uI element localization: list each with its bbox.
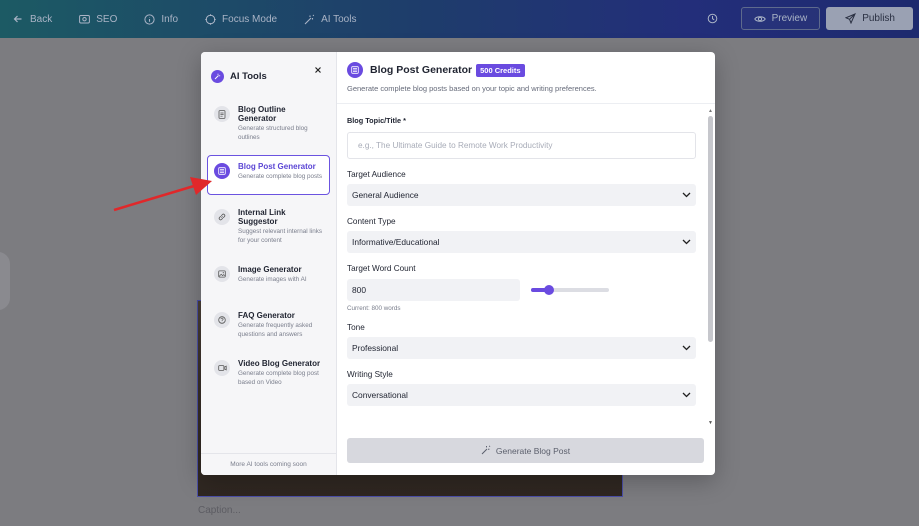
topic-input[interactable]: e.g., The Ultimate Guide to Remote Work … bbox=[347, 132, 696, 159]
word-count-input[interactable]: 800 bbox=[347, 279, 520, 301]
form-scrollbar[interactable]: ▲ ▼ bbox=[708, 108, 713, 426]
question-icon bbox=[214, 312, 230, 328]
topic-label: Blog Topic/Title * bbox=[347, 116, 406, 125]
tool-internal-link-suggestor[interactable]: Internal Link Suggestor Suggest relevant… bbox=[207, 201, 330, 252]
chevron-down-icon bbox=[682, 344, 691, 353]
tone-label: Tone bbox=[347, 323, 365, 332]
scrollbar-thumb[interactable] bbox=[708, 116, 713, 342]
seo-button[interactable]: SEO bbox=[78, 13, 117, 25]
tool-blog-outline-generator[interactable]: Blog Outline Generator Generate structur… bbox=[207, 98, 330, 149]
ai-tools-logo-icon bbox=[211, 69, 224, 83]
writing-style-value: Conversational bbox=[352, 390, 408, 400]
content-type-value: Informative/Educational bbox=[352, 237, 440, 247]
content-type-label: Content Type bbox=[347, 217, 396, 226]
generate-label: Generate Blog Post bbox=[495, 445, 571, 456]
send-icon bbox=[844, 13, 856, 25]
tool-description: Suggest relevant internal links for your… bbox=[238, 228, 323, 244]
word-count-label: Target Word Count bbox=[347, 264, 416, 273]
top-bar: Back SEO Info Focus Mode AI Tools Previe… bbox=[0, 0, 919, 38]
content-type-select[interactable]: Informative/Educational bbox=[347, 231, 696, 253]
publish-label: Publish bbox=[862, 13, 895, 24]
info-label: Info bbox=[161, 13, 179, 25]
tool-description: Generate frequently asked questions and … bbox=[238, 322, 313, 338]
arrow-left-icon bbox=[12, 13, 24, 25]
tool-description: Generate complete blog posts bbox=[238, 173, 323, 180]
focus-mode-label: Focus Mode bbox=[222, 13, 278, 25]
tool-panel-title: Blog Post Generator bbox=[370, 64, 473, 76]
sidebar-footer: More AI tools coming soon bbox=[201, 453, 336, 475]
tool-panel-header: Blog Post Generator 500 Credits Generate… bbox=[337, 52, 715, 104]
slider-thumb[interactable] bbox=[543, 285, 554, 295]
sidebar-title: AI Tools bbox=[230, 70, 267, 82]
audience-label: Target Audience bbox=[347, 170, 406, 179]
article-icon bbox=[347, 62, 363, 78]
preview-label: Preview bbox=[771, 13, 808, 24]
collapsed-side-panel-handle[interactable] bbox=[0, 252, 10, 310]
scroll-up-icon[interactable]: ▲ bbox=[708, 108, 713, 114]
article-icon bbox=[214, 163, 230, 179]
image-icon bbox=[78, 13, 90, 25]
magic-wand-icon bbox=[303, 13, 315, 25]
tool-description: Generate structured blog outlines bbox=[238, 125, 308, 141]
chevron-down-icon bbox=[682, 191, 691, 200]
tool-image-generator[interactable]: Image Generator Generate images with AI bbox=[207, 258, 330, 298]
writing-style-label: Writing Style bbox=[347, 370, 393, 379]
word-count-slider[interactable] bbox=[531, 285, 609, 295]
tool-name: FAQ Generator bbox=[238, 311, 295, 320]
document-icon bbox=[214, 106, 230, 122]
ai-tools-modal: AI Tools Blog Outline Generator Generate… bbox=[201, 52, 715, 475]
tool-name: Internal Link Suggestor bbox=[238, 208, 286, 226]
chevron-down-icon bbox=[682, 391, 691, 400]
tool-panel: Blog Post Generator 500 Credits Generate… bbox=[337, 52, 715, 475]
tool-panel-subtitle: Generate complete blog posts based on yo… bbox=[347, 84, 597, 93]
tool-video-blog-generator[interactable]: Video Blog Generator Generate complete b… bbox=[207, 352, 330, 394]
image-icon bbox=[214, 266, 230, 282]
back-label: Back bbox=[30, 13, 53, 25]
publish-button[interactable]: Publish bbox=[826, 7, 913, 30]
eye-icon bbox=[753, 13, 766, 25]
ai-tools-label: AI Tools bbox=[321, 13, 357, 25]
tool-description: Generate images with AI bbox=[238, 276, 307, 283]
image-caption-field[interactable]: Caption... bbox=[198, 505, 241, 516]
generate-blog-post-button[interactable]: Generate Blog Post bbox=[347, 438, 704, 463]
credits-badge: 500 Credits bbox=[476, 63, 525, 77]
blog-post-form: Blog Topic/Title * e.g., The Ultimate Gu… bbox=[347, 116, 696, 406]
chevron-down-icon bbox=[682, 238, 691, 247]
tool-name: Video Blog Generator bbox=[238, 359, 321, 368]
word-count-hint: Current: 800 words bbox=[347, 305, 401, 312]
tool-blog-post-generator[interactable]: Blog Post Generator Generate complete bl… bbox=[207, 155, 330, 195]
tool-name: Image Generator bbox=[238, 265, 302, 274]
magic-wand-icon bbox=[481, 445, 491, 457]
audience-value: General Audience bbox=[352, 190, 419, 200]
info-icon bbox=[143, 13, 155, 25]
focus-mode-button[interactable]: Focus Mode bbox=[204, 13, 277, 25]
tool-name: Blog Post Generator bbox=[238, 162, 316, 171]
tool-name: Blog Outline Generator bbox=[238, 105, 286, 123]
link-icon bbox=[214, 209, 230, 225]
tool-list: Blog Outline Generator Generate structur… bbox=[201, 88, 336, 394]
info-button[interactable]: Info bbox=[143, 13, 178, 25]
video-icon bbox=[214, 360, 230, 376]
tone-select[interactable]: Professional bbox=[347, 337, 696, 359]
audience-select[interactable]: General Audience bbox=[347, 184, 696, 206]
tool-description: Generate complete blog post based on Vid… bbox=[238, 370, 319, 386]
writing-style-select[interactable]: Conversational bbox=[347, 384, 696, 406]
scroll-down-icon[interactable]: ▼ bbox=[708, 420, 713, 426]
tool-faq-generator[interactable]: FAQ Generator Generate frequently asked … bbox=[207, 304, 330, 346]
close-icon[interactable] bbox=[312, 64, 324, 76]
ai-tools-button[interactable]: AI Tools bbox=[303, 13, 356, 25]
history-icon[interactable] bbox=[707, 13, 719, 25]
ai-tools-sidebar: AI Tools Blog Outline Generator Generate… bbox=[201, 52, 337, 475]
preview-button[interactable]: Preview bbox=[740, 7, 821, 30]
focus-icon bbox=[204, 13, 216, 25]
tone-value: Professional bbox=[352, 343, 399, 353]
annotation-arrow-icon bbox=[113, 177, 212, 212]
back-button[interactable]: Back bbox=[12, 13, 52, 25]
seo-label: SEO bbox=[96, 13, 118, 25]
